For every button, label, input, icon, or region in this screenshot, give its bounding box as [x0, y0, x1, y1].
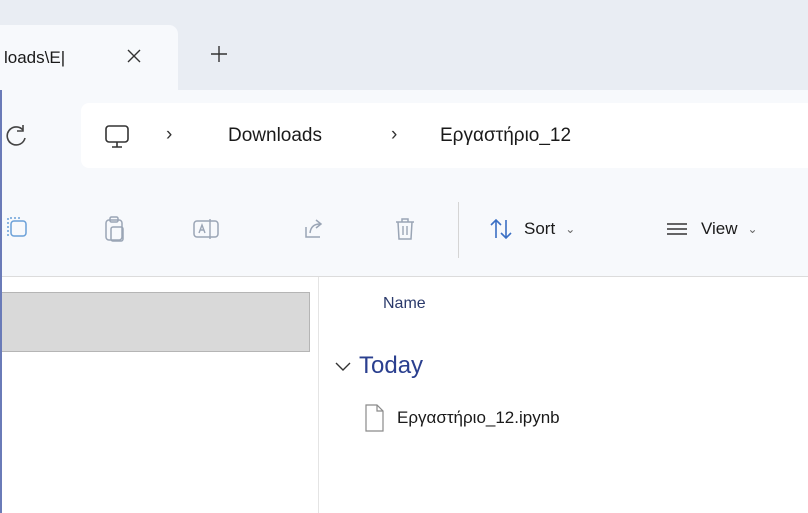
refresh-icon[interactable]	[2, 121, 32, 151]
nav-selected-item[interactable]	[0, 292, 310, 352]
breadcrumb-chevron-icon[interactable]: ›	[166, 124, 172, 146]
view-label: View	[701, 219, 738, 238]
tab-strip: loads\Ε|	[0, 0, 808, 90]
command-bar: Sort ⌄ View ⌄	[0, 184, 808, 277]
tab-active[interactable]: loads\Ε|	[0, 25, 178, 90]
share-icon[interactable]	[298, 214, 328, 244]
view-list-icon	[667, 223, 687, 235]
delete-icon[interactable]	[390, 214, 420, 244]
address-row: › Downloads › Εργαστήριο_12	[0, 90, 808, 184]
navigation-pane[interactable]	[0, 277, 319, 513]
sort-button[interactable]: Sort ⌄	[488, 211, 575, 247]
rename-icon[interactable]	[191, 214, 221, 244]
column-header-name[interactable]: Name	[383, 295, 426, 313]
view-button[interactable]: View ⌄	[663, 211, 758, 247]
group-header-today[interactable]: Today	[333, 352, 423, 380]
chevron-down-icon: ⌄	[747, 222, 758, 236]
sort-icon	[490, 218, 512, 240]
file-name: Εργαστήριο_12.ipynb	[397, 408, 560, 427]
copy-icon[interactable]	[4, 214, 34, 244]
close-icon[interactable]	[120, 42, 148, 70]
tab-title: loads\Ε|	[4, 48, 66, 67]
breadcrumb-current-folder[interactable]: Εργαστήριο_12	[440, 125, 571, 147]
new-tab-button[interactable]	[205, 40, 233, 68]
computer-icon[interactable]	[101, 121, 133, 153]
sort-label: Sort	[524, 219, 556, 238]
address-bar[interactable]: › Downloads › Εργαστήριο_12	[81, 103, 808, 168]
breadcrumb-chevron-icon[interactable]: ›	[391, 124, 397, 146]
group-label: Today	[359, 352, 424, 379]
toolbar-divider	[458, 202, 459, 258]
file-row[interactable]: Εργαστήριο_12.ipynb	[355, 398, 805, 438]
chevron-down-icon	[335, 362, 351, 371]
plus-icon	[211, 46, 227, 62]
file-icon	[365, 404, 384, 432]
paste-icon[interactable]	[101, 214, 131, 244]
chevron-down-icon: ⌄	[565, 222, 576, 236]
window-edge	[0, 90, 2, 513]
breadcrumb-downloads[interactable]: Downloads	[228, 125, 322, 147]
